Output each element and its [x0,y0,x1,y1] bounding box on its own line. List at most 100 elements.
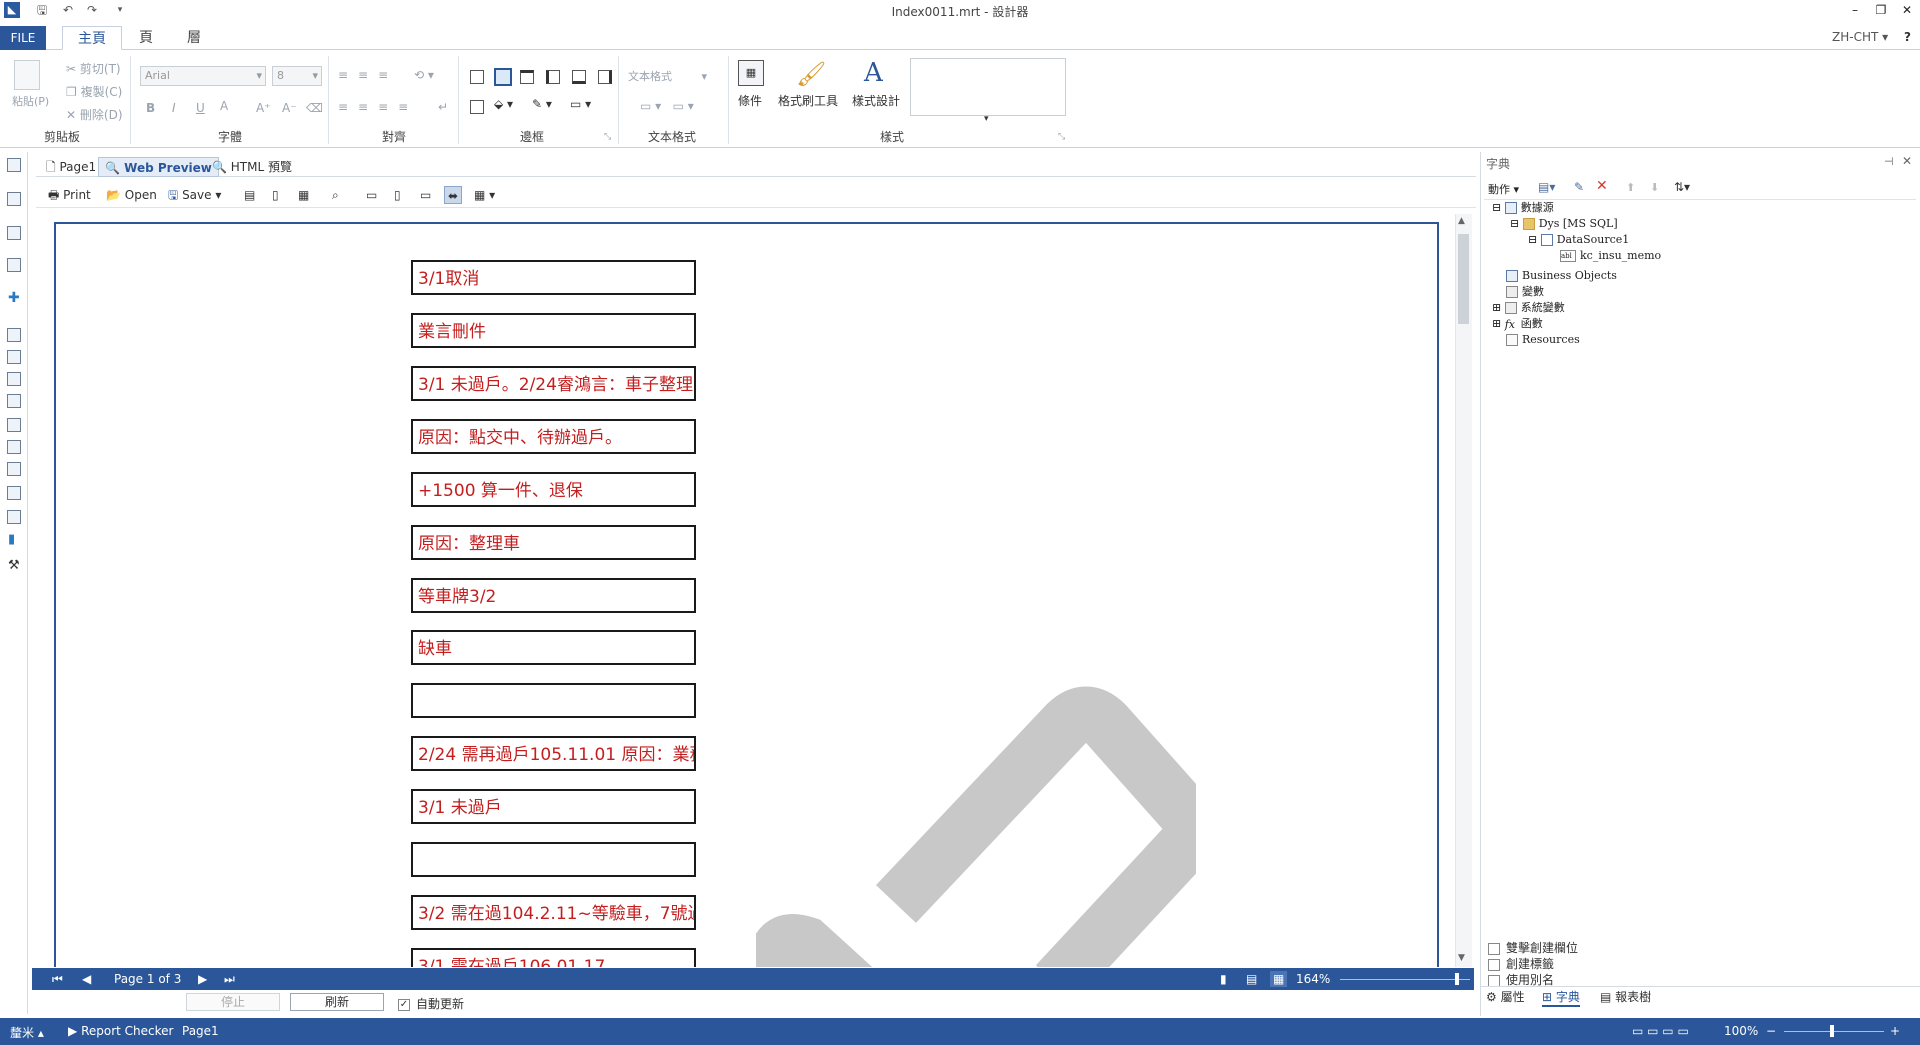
text-format-combo[interactable]: 文本格式 ▾ [628,68,707,84]
zoom-slider[interactable] [1340,979,1470,980]
tree-item-business-objects[interactable]: Business Objects [1506,269,1617,283]
bold-button[interactable]: B [146,101,155,115]
tree-item-connection[interactable]: ⊟ Dys [MS SQL] [1510,217,1618,231]
format-painter-button[interactable]: 格式刷工具 [778,92,838,109]
single-page-view-icon[interactable]: ▮ [1220,971,1227,987]
find-icon[interactable]: ⌕ [332,186,339,204]
report-canvas[interactable]: 3/1取消 業言刪件 3/1 未過戶。2/24睿鴻言：車子整理 原因：點交中、待… [54,222,1439,967]
toolbox-image-icon[interactable] [7,258,21,272]
memo-field[interactable]: 原因：整理車 [411,525,696,560]
memo-field[interactable]: 等車牌3/2 [411,578,696,613]
style-gallery[interactable] [910,58,1066,116]
border-dialog-launcher-icon[interactable]: ⤡ [604,132,611,142]
tree-item-system-variables[interactable]: ⊞ 系統變數 [1492,301,1565,315]
continuous-view-icon[interactable]: ▤ [1246,971,1257,987]
thumbnails-icon[interactable]: ▦ [298,186,309,204]
toolbox-text-icon[interactable] [7,328,21,342]
close-button[interactable]: ✕ [1896,0,1918,20]
restore-button[interactable]: ❐ [1870,0,1892,20]
copy-button[interactable]: ❐ 複製(C) [66,83,122,100]
panel-close-icon[interactable]: ✕ [1902,154,1912,168]
memo-field[interactable] [411,842,696,877]
border-color-icon[interactable]: ✎ ▾ [532,97,552,111]
tree-item-datasource[interactable]: ⊟ DataSource1 [1528,233,1629,247]
move-down-icon[interactable]: ⬇ [1650,181,1659,194]
border-bottom-icon[interactable] [572,70,586,84]
delete-button[interactable]: ✕ 刪除(D) [66,106,123,123]
pin-icon[interactable]: ⊣ [1884,155,1894,168]
one-page-icon[interactable]: ▭ [366,186,377,204]
zoom-out-icon[interactable]: − [1766,1024,1776,1038]
edit-icon[interactable]: ✎ [1574,180,1584,194]
toolbox-primitive-icon[interactable] [7,394,21,408]
report-checker-button[interactable]: ▶ Report Checker [68,1024,173,1038]
style-dialog-launcher-icon[interactable]: ⤡ [1058,132,1065,142]
fill-color-icon[interactable]: ⬙ ▾ [494,97,513,111]
border-top-icon[interactable] [520,70,534,84]
toolbox-cross-band-icon[interactable] [7,192,21,206]
scroll-up-icon[interactable]: ▲ [1458,216,1465,226]
cut-button[interactable]: ✂ 剪切(T) [66,60,121,77]
first-page-icon[interactable]: ⏮ [52,971,63,987]
tab-page[interactable]: 頁 [128,26,164,50]
border-style-icon[interactable]: ▭ ▾ [570,97,591,111]
tab-report-tree[interactable]: ▤ 報表樹 [1600,988,1651,1005]
memo-field[interactable]: 業言刪件 [411,313,696,348]
grow-font-icon[interactable]: A⁺ [256,101,271,115]
border-all-icon[interactable] [470,70,484,84]
parameters-icon[interactable]: ▯ [272,186,279,204]
memo-field[interactable]: 缺車 [411,630,696,665]
minimize-button[interactable]: – [1844,0,1866,20]
option-double-click-create-field[interactable]: 雙擊創建欄位 [1488,939,1578,956]
toolbox-band-icon[interactable] [7,158,21,172]
align-left-icons[interactable]: ≡≡≡≡ [338,100,418,114]
toolbox-text-in-cells-icon[interactable] [7,372,21,386]
tab-page1[interactable]: 🗋 Page1 [40,157,102,177]
align-top-icons[interactable]: ≡≡≡ [338,68,398,82]
auto-update-checkbox[interactable]: ✓ 自動更新 [398,995,464,1012]
bookmarks-icon[interactable]: ▤ [244,186,255,204]
border-left-icon[interactable] [546,70,560,84]
toolbox-databand-icon[interactable] [7,462,21,476]
memo-field[interactable] [411,683,696,718]
memo-field[interactable]: 3/2 需在過104.2.11~等驗車，7號過 [411,895,696,930]
language-selector[interactable]: ZH-CHT ▾ [1832,30,1888,44]
stop-button[interactable]: 停止 [186,993,280,1011]
tree-item-column[interactable]: abl kc_insu_memo [1560,249,1661,263]
tab-properties[interactable]: ⚙ 屬性 [1486,988,1525,1005]
clear-format-icon[interactable]: ⌫ [306,101,323,115]
help-button[interactable]: ? [1904,30,1911,44]
print-button[interactable]: 🖶 Print [48,186,91,204]
save-dropdown-button[interactable]: 🖫 Save ▾ [168,186,221,204]
tab-home[interactable]: 主頁 [62,26,122,50]
tab-file[interactable]: FILE [0,26,46,50]
border-shadow-icon[interactable] [470,100,484,114]
last-page-icon[interactable]: ⏭ [224,971,235,987]
toolbox-tools-icon[interactable]: ⚒ [8,558,20,573]
toolbox-footer-icon[interactable] [7,440,21,454]
font-color-button[interactable]: A [220,99,228,113]
units-selector[interactable]: 釐米 ▴ [10,1024,44,1041]
tab-web-preview[interactable]: 🔍 Web Preview [98,157,219,177]
status-view-icons[interactable]: ▭ ▭ ▭ ▭ [1632,1024,1689,1038]
toolbox-checkbox-icon[interactable] [7,486,21,500]
tree-item-datasources[interactable]: ⊟ 數據源 [1492,201,1554,215]
underline-button[interactable]: U [196,101,205,115]
tree-item-variables[interactable]: 變數 [1506,285,1544,299]
memo-field[interactable]: 3/1取消 [411,260,696,295]
font-size-combo[interactable]: 8 ▾ [272,66,322,86]
style-designer-button[interactable]: 樣式設計 [852,92,900,109]
multi-page-icon[interactable]: ▭ [420,186,431,204]
tree-item-resources[interactable]: Resources [1506,333,1580,347]
memo-field[interactable]: 原因：點交中、待辦過戶。 [411,419,696,454]
border-none-icon[interactable] [494,68,512,86]
tab-layer[interactable]: 層 [176,26,212,50]
rotate-icon[interactable]: ⟲ ▾ [414,68,434,82]
tree-item-functions[interactable]: ⊞ fx 函數 [1492,317,1543,331]
zoom-slider-thumb[interactable] [1455,973,1459,985]
status-zoom-thumb[interactable] [1830,1025,1834,1037]
two-pages-icon[interactable]: ▯ [394,186,401,204]
shrink-font-icon[interactable]: A⁻ [282,101,297,115]
page-width-icon[interactable]: ⬌ [444,186,463,204]
open-button[interactable]: 📂 Open [106,186,157,204]
